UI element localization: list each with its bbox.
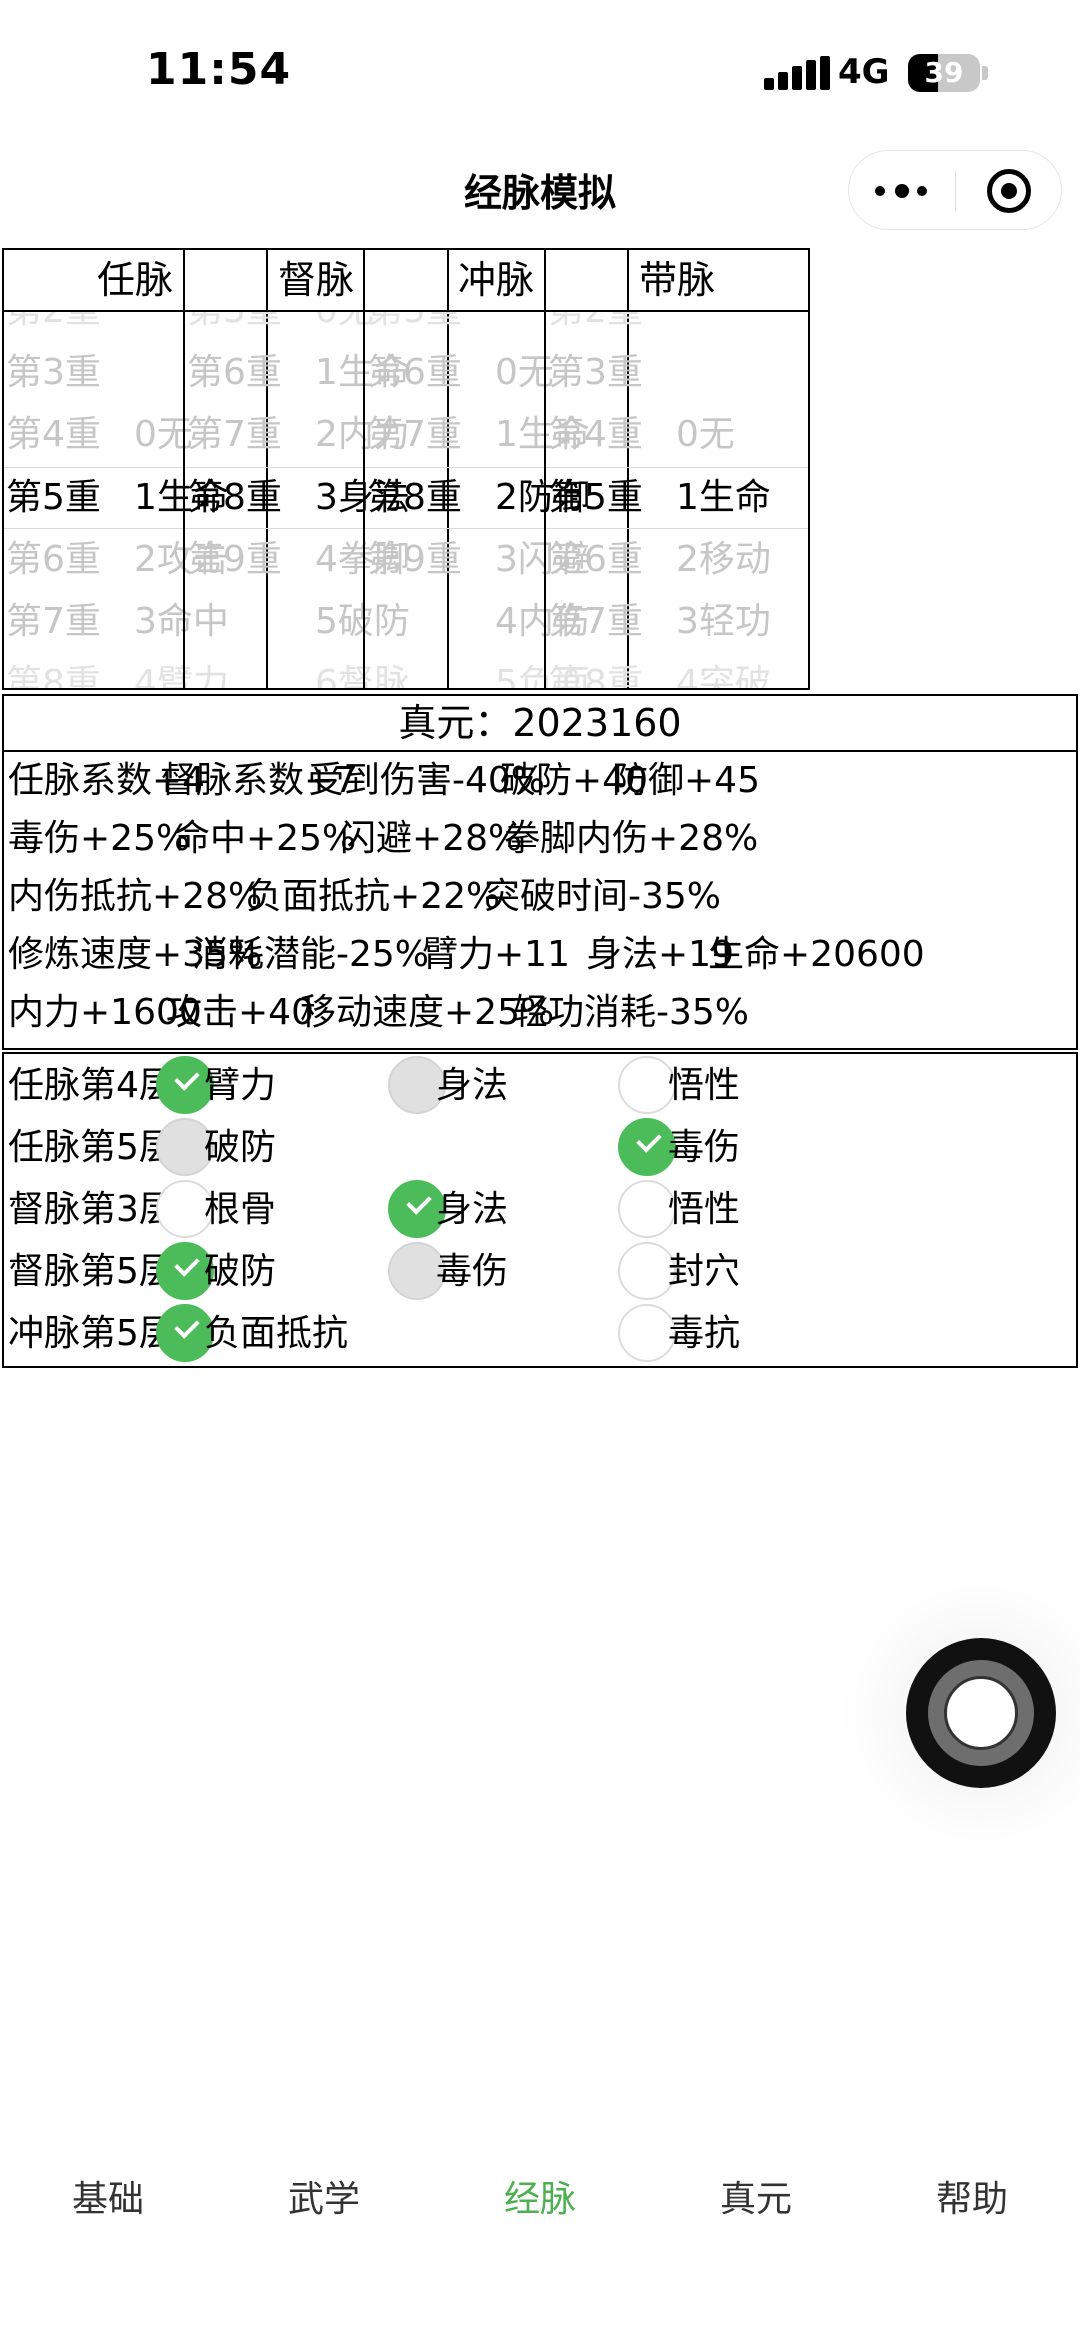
- picker-level: 第7重: [548, 601, 643, 642]
- status-time: 11:54: [146, 44, 292, 95]
- picker-level: 第7重: [187, 414, 282, 455]
- meridian-pickers: 任脉第2重第3重第4重0无第5重1生命第6重2攻击第7重3命中第8重4臂力督脉第…: [2, 248, 1078, 690]
- meridian-picker[interactable]: 第2重第3重第4重 0无第5重 1生命第6重 2移动第7重 3轻功第8重 4突破: [546, 312, 808, 688]
- choice-row: 任脉第4层： 臂力 身法 悟性: [4, 1056, 1076, 1118]
- picker-option[interactable]: 第4重 0无: [546, 404, 808, 466]
- target-circle-icon[interactable]: [987, 169, 1031, 213]
- stat-item: 命中+25%: [174, 818, 357, 859]
- picker-level: 第8重: [548, 663, 643, 688]
- meridian-name: 带脉: [546, 250, 808, 312]
- picker-option[interactable]: 第3重: [546, 342, 808, 404]
- stat-item: 突破时间-35%: [484, 876, 722, 917]
- picker-level: 第7重: [367, 414, 462, 455]
- floating-ball-icon[interactable]: [906, 1638, 1056, 1788]
- stat-item: 轻功消耗-35%: [512, 992, 750, 1033]
- choice-option-label[interactable]: 毒伤: [436, 1242, 508, 1302]
- stats-row: 内力+1600 攻击+40 移动速度+25% 轻功消耗-35%: [8, 984, 1072, 1042]
- choice-option-label[interactable]: 破防: [204, 1118, 276, 1178]
- picker-level: 第5重: [548, 477, 643, 518]
- choice-option-label[interactable]: 毒抗: [668, 1304, 740, 1364]
- picker-level: 第5重: [6, 477, 101, 518]
- tab-item[interactable]: 帮助: [892, 2170, 1052, 2222]
- picker-option[interactable]: 第2重: [546, 312, 808, 342]
- picker-bonus: 1生命: [676, 477, 771, 518]
- picker-level: 第6重: [367, 352, 462, 393]
- picker-level: 第6重: [6, 539, 101, 580]
- choice-option-label[interactable]: 负面抵抗: [204, 1304, 348, 1364]
- picker-level: 第5重: [367, 312, 462, 342]
- picker-level: 第4重: [548, 414, 643, 455]
- choice-option-label[interactable]: 破防: [204, 1242, 276, 1302]
- picker-level: 第6重: [548, 539, 643, 580]
- picker-level: 第8重: [187, 477, 282, 518]
- choice-option-label[interactable]: 臂力: [204, 1056, 276, 1116]
- stat-item: 臂力+11: [422, 934, 570, 975]
- choice-option-label[interactable]: 悟性: [668, 1056, 740, 1116]
- tab-item[interactable]: 基础: [28, 2170, 188, 2222]
- choice-option-label[interactable]: 毒伤: [668, 1118, 740, 1178]
- choice-row: 任脉第5层： 破防 毒伤: [4, 1118, 1076, 1180]
- picker-level: 第9重: [367, 539, 462, 580]
- stats-panel: 任脉系数+4 督脉系数+7 受到伤害-40% 破防+40 防御+45 毒伤+25% 命中+2…: [2, 750, 1078, 1050]
- choice-option-label[interactable]: 根骨: [204, 1180, 276, 1240]
- zhenyuan-value: 真元：2023160: [2, 694, 1078, 752]
- status-bar: 11:54 4G 39: [0, 0, 1080, 150]
- signal-icon: [764, 56, 830, 90]
- more-dots-icon[interactable]: [875, 179, 931, 203]
- picker-bonus: 2移动: [676, 539, 771, 580]
- picker-bonus: 3轻功: [676, 601, 771, 642]
- stat-item: 消耗潜能-25%: [192, 934, 430, 975]
- picker-bonus: 4突破: [676, 663, 771, 688]
- picker-level: 第4重: [6, 414, 101, 455]
- picker-option[interactable]: 第8重 4突破: [546, 653, 808, 688]
- picker-level: 第2重: [548, 312, 643, 342]
- stat-item: 拳脚内伤+28%: [504, 818, 759, 859]
- picker-level: 第9重: [187, 539, 282, 580]
- stat-item: 闪避+28%: [340, 818, 523, 859]
- tab-item[interactable]: 经脉: [460, 2170, 620, 2222]
- tab-item[interactable]: 真元: [676, 2170, 836, 2222]
- attribute-choices: 任脉第4层： 臂力 身法 悟性 任脉第5层： 破防 毒伤 督脉第3层： 根骨 身法 悟性 督脉第5层：…: [2, 1052, 1078, 1368]
- stat-item: 内伤抵抗+28%: [8, 876, 263, 917]
- picker-bonus: 0无: [676, 414, 735, 455]
- choice-option-label[interactable]: 身法: [436, 1056, 508, 1116]
- choice-option-label[interactable]: 封穴: [668, 1242, 740, 1302]
- battery-icon: 39: [908, 54, 980, 92]
- stat-item: 负面抵抗+22%: [246, 876, 501, 917]
- picker-option[interactable]: 第5重 1生命: [546, 467, 808, 529]
- network-type: 4G: [838, 52, 890, 92]
- battery-tip: [982, 66, 988, 80]
- picker-level: 第3重: [6, 352, 101, 393]
- picker-level: 第7重: [6, 601, 101, 642]
- picker-level: 第5重: [187, 312, 282, 342]
- picker-level: 第2重: [6, 312, 101, 342]
- picker-level: 第6重: [187, 352, 282, 393]
- capsule-divider: [955, 171, 956, 211]
- picker-option[interactable]: 第6重 2移动: [546, 529, 808, 591]
- stats-row: 任脉系数+4 督脉系数+7 受到伤害-40% 破防+40 防御+45: [8, 752, 1072, 810]
- stats-row: 毒伤+25% 命中+25% 闪避+28% 拳脚内伤+28%: [8, 810, 1072, 868]
- stat-item: 攻击+40: [166, 992, 314, 1033]
- picker-level: 第3重: [548, 352, 643, 393]
- stats-row: 修炼速度+35% 消耗潜能-25% 臂力+11 身法+19 生命+20600: [8, 926, 1072, 984]
- choice-row: 冲脉第5层： 负面抵抗 毒抗: [4, 1304, 1076, 1366]
- choice-option-label[interactable]: 身法: [436, 1180, 508, 1240]
- stat-item: 毒伤+25%: [8, 818, 191, 859]
- tab-bar: 基础 武学 经脉 真元 帮助: [0, 2160, 1080, 2280]
- stat-item: 生命+20600: [708, 934, 925, 975]
- choice-option-label[interactable]: 悟性: [668, 1180, 740, 1240]
- mini-program-capsule: [848, 150, 1062, 230]
- picker-level: 第8重: [6, 663, 101, 688]
- stat-item: 防御+45: [612, 760, 760, 801]
- picker-option[interactable]: 第7重 3轻功: [546, 591, 808, 653]
- stats-row: 内伤抵抗+28% 负面抵抗+22% 突破时间-35%: [8, 868, 1072, 926]
- battery-level: 39: [924, 56, 964, 89]
- choice-row: 督脉第3层： 根骨 身法 悟性: [4, 1180, 1076, 1242]
- meridian-column[interactable]: 带脉第2重第3重第4重 0无第5重 1生命第6重 2移动第7重 3轻功第8重 4突破: [544, 248, 810, 690]
- picker-level: 第8重: [367, 477, 462, 518]
- tab-item[interactable]: 武学: [244, 2170, 404, 2222]
- choice-row: 督脉第5层： 破防 毒伤 封穴: [4, 1242, 1076, 1304]
